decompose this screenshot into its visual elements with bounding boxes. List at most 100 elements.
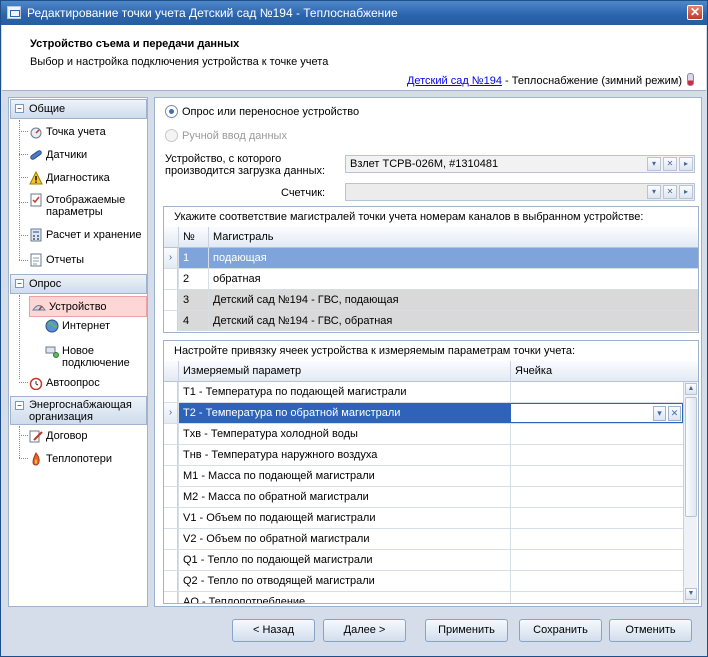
- clear-icon: ✕: [663, 185, 677, 199]
- sidebar-group-general[interactable]: − Общие: [10, 99, 147, 119]
- gauge-icon: [29, 125, 43, 139]
- table-row[interactable]: Tнв - Температура наружного воздуха: [164, 445, 683, 466]
- page-title: Устройство съема и передачи данных: [30, 38, 240, 50]
- device-cell-field[interactable]: [510, 445, 683, 465]
- warning-icon: [29, 170, 43, 185]
- globe-icon: [45, 319, 59, 333]
- contract-pen-icon: [29, 429, 43, 443]
- device-cell-field[interactable]: [510, 466, 683, 486]
- open-icon[interactable]: ▸: [679, 157, 693, 171]
- sidebar-group-supplier[interactable]: − Энергоснабжающая организация: [10, 396, 147, 425]
- dropdown-icon[interactable]: ▾: [653, 406, 666, 421]
- row-indicator: [164, 529, 178, 549]
- parameter-cell: AQ - Теплопотребление: [178, 592, 510, 603]
- save-button[interactable]: Сохранить: [519, 619, 602, 642]
- table-row[interactable]: M1 - Масса по подающей магистрали: [164, 466, 683, 487]
- vertical-scrollbar[interactable]: ▲ ▼: [683, 382, 697, 603]
- wizard-header: Устройство съема и передачи данных Выбор…: [2, 25, 706, 91]
- table-row[interactable]: T1 - Температура по подающей магистрали: [164, 382, 683, 403]
- apply-button[interactable]: Применить: [425, 619, 508, 642]
- row-indicator: [164, 445, 178, 465]
- sidebar-group-polling[interactable]: − Опрос: [10, 274, 147, 294]
- table-row[interactable]: 3 Детский сад №194 - ГВС, подающая: [164, 290, 698, 311]
- row-indicator: [164, 571, 178, 591]
- clear-icon[interactable]: ✕: [668, 406, 681, 421]
- column-header-pipeline[interactable]: Магистраль: [208, 227, 698, 248]
- parameter-cell: M2 - Масса по обратной магистрали: [178, 487, 510, 507]
- parameter-cell: V2 - Объем по обратной магистрали: [178, 529, 510, 549]
- table-row[interactable]: V1 - Объем по подающей магистрали: [164, 508, 683, 529]
- table-row[interactable]: AQ - Теплопотребление: [164, 592, 683, 603]
- column-header-parameter[interactable]: Измеряемый параметр: [178, 361, 510, 382]
- dropdown-icon: ▾: [647, 185, 661, 199]
- row-indicator: [164, 508, 178, 528]
- row-indicator: [164, 487, 178, 507]
- close-button[interactable]: ✕: [687, 5, 703, 20]
- parameter-cell: Q2 - Тепло по отводящей магистрали: [178, 571, 510, 591]
- sidebar-group-label: Опрос: [29, 278, 62, 290]
- dialog-window: Редактирование точки учета Детский сад №…: [0, 0, 708, 657]
- table-row[interactable]: › 1 подающая: [164, 248, 698, 269]
- clear-icon[interactable]: ✕: [663, 157, 677, 171]
- counter-select: ▾ ✕ ▸: [345, 183, 695, 201]
- table-row[interactable]: V2 - Объем по обратной магистрали: [164, 529, 683, 550]
- radio-checked-icon[interactable]: [165, 105, 178, 118]
- row-indicator: [164, 424, 178, 444]
- table-row[interactable]: Q2 - Тепло по отводящей магистрали: [164, 571, 683, 592]
- counter-label: Счетчик:: [281, 187, 326, 199]
- parameters-grid-caption: Настройте привязку ячеек устройства к из…: [174, 345, 576, 357]
- device-label: Устройство, с которого производится загр…: [165, 153, 326, 177]
- radio-poll[interactable]: Опрос или переносное устройство: [165, 105, 359, 118]
- device-cell-field[interactable]: [510, 592, 683, 603]
- parameter-cell: Q1 - Тепло по подающей магистрали: [178, 550, 510, 570]
- table-row[interactable]: Tхв - Температура холодной воды: [164, 424, 683, 445]
- cancel-button[interactable]: Отменить: [609, 619, 692, 642]
- table-row[interactable]: 2 обратная: [164, 269, 698, 290]
- device-cell-field[interactable]: [510, 550, 683, 570]
- next-button[interactable]: Далее >: [323, 619, 406, 642]
- sidebar-group-label: Общие: [29, 103, 66, 115]
- parameters-grid: Настройте привязку ячеек устройства к из…: [163, 340, 699, 604]
- scroll-thumb[interactable]: [685, 397, 697, 517]
- sensor-icon: [29, 148, 43, 162]
- device-cell-field[interactable]: [510, 424, 683, 444]
- row-indicator: [164, 382, 178, 402]
- parameter-cell: Tнв - Температура наружного воздуха: [178, 445, 510, 465]
- dropdown-icon[interactable]: ▾: [647, 157, 661, 171]
- device-cell-field[interactable]: [510, 508, 683, 528]
- table-row[interactable]: 4 Детский сад №194 - ГВС, обратная: [164, 311, 698, 332]
- current-row-arrow-icon: ›: [164, 403, 178, 423]
- collapse-icon[interactable]: −: [15, 279, 24, 288]
- channels-grid: Укажите соответствие магистралей точки у…: [163, 206, 699, 333]
- parameter-cell: T1 - Температура по подающей магистрали: [178, 382, 510, 402]
- object-link[interactable]: Детский сад №194: [407, 75, 502, 87]
- column-header-num[interactable]: №: [178, 227, 208, 248]
- device-cell-field[interactable]: [510, 571, 683, 591]
- window-title: Редактирование точки учета Детский сад №…: [27, 6, 398, 20]
- content-panel: Опрос или переносное устройство Ручной в…: [154, 97, 702, 607]
- device-cell-field[interactable]: [510, 382, 683, 402]
- table-row[interactable]: Q1 - Тепло по подающей магистрали: [164, 550, 683, 571]
- current-row-arrow-icon: ›: [164, 248, 178, 268]
- back-button[interactable]: < Назад: [232, 619, 315, 642]
- radio-manual: Ручной ввод данных: [165, 129, 287, 142]
- open-icon: ▸: [679, 185, 693, 199]
- window-icon: [7, 6, 21, 19]
- device-cell-field[interactable]: ▾ ✕: [510, 403, 683, 423]
- radio-unchecked-icon: [165, 129, 178, 142]
- sidebar-item-device[interactable]: Устройство: [29, 296, 147, 317]
- collapse-icon[interactable]: −: [15, 104, 24, 113]
- table-row[interactable]: M2 - Масса по обратной магистрали: [164, 487, 683, 508]
- device-cell-field[interactable]: [510, 529, 683, 549]
- device-select[interactable]: Взлет ТСРВ-026М, #1310481 ▾ ✕ ▸: [345, 155, 695, 173]
- scroll-up-icon[interactable]: ▲: [685, 383, 697, 395]
- column-header-cell[interactable]: Ячейка: [510, 361, 682, 382]
- table-row[interactable]: › T2 - Температура по обратной магистрали…: [164, 403, 683, 424]
- channels-grid-caption: Укажите соответствие магистралей точки у…: [174, 211, 644, 223]
- collapse-icon[interactable]: −: [15, 401, 24, 410]
- row-indicator: [164, 592, 178, 603]
- row-indicator: [164, 550, 178, 570]
- device-icon: [32, 300, 46, 314]
- device-cell-field[interactable]: [510, 487, 683, 507]
- scroll-down-icon[interactable]: ▼: [685, 588, 697, 600]
